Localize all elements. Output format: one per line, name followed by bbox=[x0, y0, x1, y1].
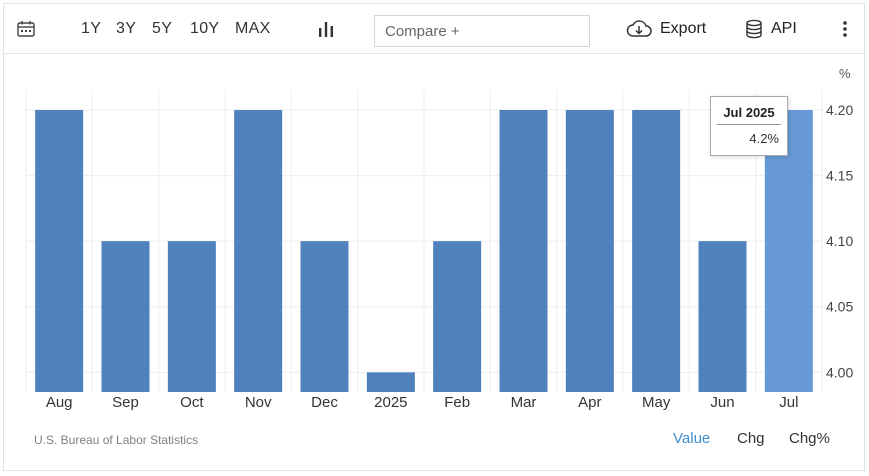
y-tick-label: 4.10 bbox=[826, 233, 853, 249]
bar bbox=[300, 241, 349, 392]
y-tick-label: 4.00 bbox=[826, 364, 853, 380]
bar bbox=[698, 241, 747, 392]
tooltip-value: 4.2% bbox=[749, 131, 779, 146]
y-tick-label: 4.05 bbox=[826, 299, 853, 315]
x-tick-label: Aug bbox=[46, 394, 73, 411]
bar bbox=[101, 241, 150, 392]
bar bbox=[632, 110, 681, 392]
x-tick-label: Jun bbox=[710, 394, 734, 411]
x-tick-label: Feb bbox=[444, 394, 470, 411]
toggle-chg[interactable]: Chg bbox=[737, 430, 765, 447]
toggle-value[interactable]: Value bbox=[673, 430, 710, 447]
bar bbox=[433, 241, 482, 392]
x-tick-label: Dec bbox=[311, 394, 338, 411]
bar-chart: 4.20 4.15 4.10 4.05 4.00 Aug Sep Oct Nov Dec 2025 F… bbox=[25, 90, 853, 411]
y-tick-label: 4.15 bbox=[826, 168, 853, 184]
y-tick-label: 4.20 bbox=[826, 102, 853, 118]
toggle-chg-percent[interactable]: Chg% bbox=[789, 430, 830, 447]
bar bbox=[234, 110, 283, 392]
bar bbox=[35, 110, 84, 392]
bar bbox=[366, 372, 415, 392]
source-label: U.S. Bureau of Labor Statistics bbox=[34, 433, 199, 447]
x-tick-label: Nov bbox=[245, 394, 272, 411]
x-tick-label: May bbox=[642, 394, 671, 411]
x-tick-label: Oct bbox=[180, 394, 204, 411]
value-tooltip: Jul 2025 4.2% bbox=[710, 96, 788, 156]
x-tick-label: Jul bbox=[779, 394, 798, 411]
tooltip-title: Jul 2025 bbox=[717, 105, 781, 125]
bar bbox=[565, 110, 614, 392]
x-tick-label: 2025 bbox=[374, 394, 407, 411]
x-tick-label: Mar bbox=[511, 394, 537, 411]
bar bbox=[167, 241, 216, 392]
x-tick-label: Sep bbox=[112, 394, 139, 411]
x-tick-label: Apr bbox=[578, 394, 601, 411]
chart-widget: 1Y 3Y 5Y 10Y MAX Compare + Export API % … bbox=[3, 3, 865, 471]
bar bbox=[499, 110, 548, 392]
